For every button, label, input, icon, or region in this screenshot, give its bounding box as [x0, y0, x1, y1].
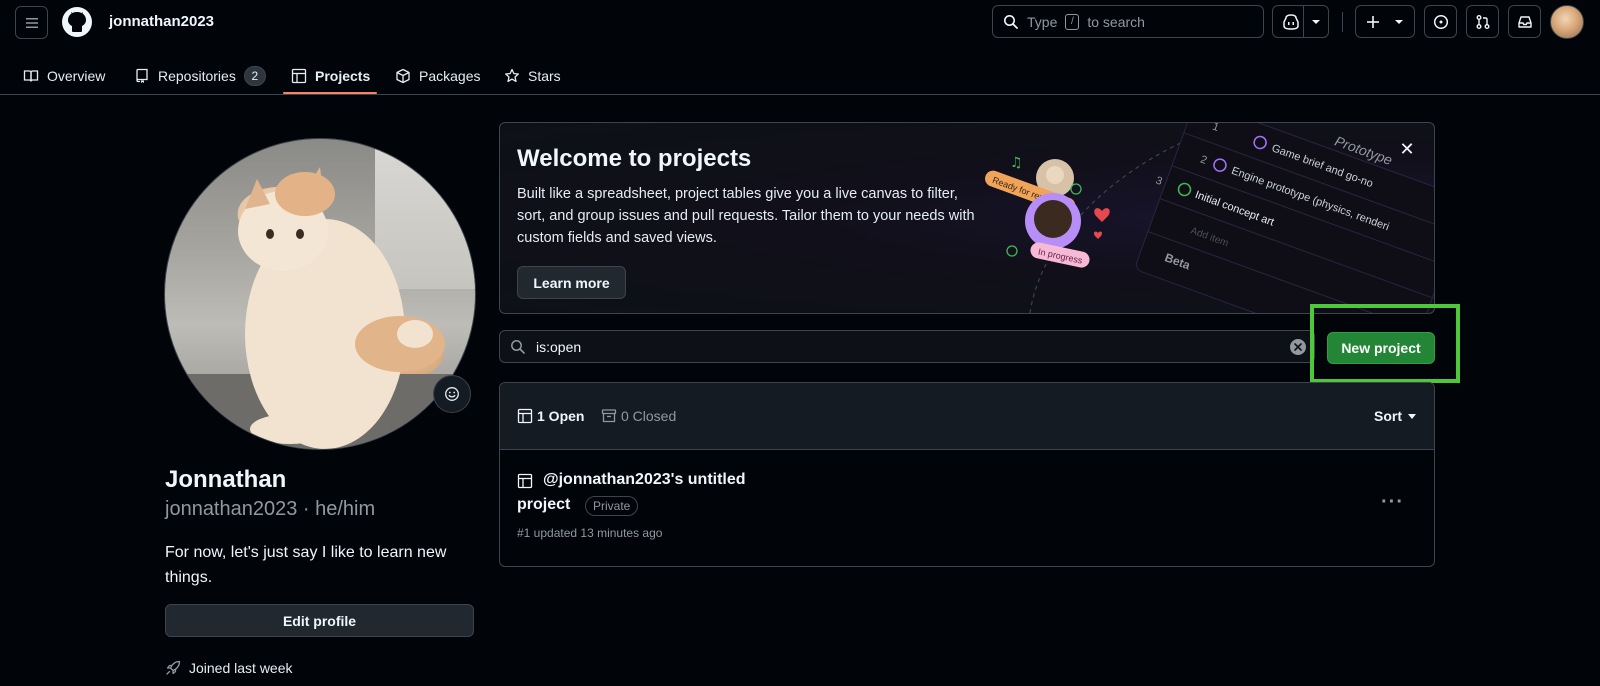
- new-project-button[interactable]: New project: [1327, 332, 1435, 364]
- profile-avatar-photo[interactable]: [164, 138, 476, 450]
- table-icon: [517, 473, 533, 489]
- issue-opened-icon: [1433, 14, 1448, 29]
- search-icon: [1004, 14, 1018, 29]
- header-divider: [1342, 12, 1343, 32]
- github-logo-icon[interactable]: [61, 6, 93, 38]
- copilot-button[interactable]: [1272, 5, 1329, 38]
- project-meta: #1 updated 13 minutes ago: [517, 526, 663, 540]
- visibility-badge: Private: [585, 496, 639, 516]
- search-suffix: to search: [1087, 13, 1145, 30]
- archive-icon: [601, 409, 617, 423]
- cat-photo-illustration: [165, 167, 475, 449]
- split-divider: [1303, 6, 1304, 37]
- tab-stars[interactable]: Stars: [504, 58, 561, 94]
- chevron-down-icon: [1395, 19, 1403, 24]
- close-banner-icon[interactable]: ✕: [1397, 139, 1417, 159]
- closed-projects-tab[interactable]: 0 Closed: [601, 408, 676, 424]
- chevron-down-icon[interactable]: [1311, 19, 1321, 25]
- svg-text:♫: ♫: [1010, 155, 1023, 171]
- projects-illustration: Prototype 1 Game brief and go-no 2 Engin…: [985, 123, 1434, 313]
- global-header: jonnathan2023 Type / to search Overview …: [0, 0, 1600, 95]
- user-avatar[interactable]: [1550, 5, 1584, 39]
- tab-packages-label: Packages: [419, 68, 481, 84]
- banner-description: Built like a spreadsheet, project tables…: [517, 186, 975, 246]
- search-prefix: Type: [1027, 13, 1058, 30]
- book-icon: [23, 70, 39, 82]
- sort-label: Sort: [1374, 408, 1402, 424]
- clear-filter-icon[interactable]: [1290, 339, 1306, 355]
- welcome-projects-banner: Welcome to projects Built like a spreads…: [499, 122, 1435, 314]
- project-title-link[interactable]: @jonnathan2023's untitled: [543, 471, 746, 489]
- projects-list-header: 1 Open 0 Closed Sort: [500, 383, 1434, 450]
- repo-icon: [136, 68, 148, 83]
- inbox-button[interactable]: [1508, 5, 1541, 38]
- git-pull-request-icon: [1476, 14, 1489, 29]
- inbox-icon: [1517, 15, 1532, 28]
- pull-requests-button[interactable]: [1466, 5, 1499, 38]
- set-status-button[interactable]: [433, 375, 471, 413]
- tab-overview[interactable]: Overview: [23, 58, 105, 94]
- plus-icon: [1367, 15, 1379, 28]
- filter-value: is:open: [536, 338, 582, 355]
- smiley-icon: [445, 387, 459, 401]
- projects-list: 1 Open 0 Closed Sort @jonnathan2023's un…: [499, 382, 1435, 567]
- profile-display-name: Jonnathan: [165, 466, 287, 493]
- tab-repositories-label: Repositories: [158, 68, 236, 84]
- kebab-menu-icon[interactable]: ···: [1381, 491, 1404, 514]
- joined-text: Joined last week: [189, 660, 293, 676]
- sort-dropdown[interactable]: Sort: [1374, 408, 1416, 424]
- copilot-icon: [1283, 13, 1299, 30]
- hamburger-icon: [25, 17, 38, 28]
- banner-title: Welcome to projects: [517, 145, 752, 172]
- projects-filter-input[interactable]: is:open: [499, 330, 1315, 363]
- search-icon: [511, 339, 525, 354]
- profile-joined: Joined last week: [165, 660, 293, 676]
- menu-button[interactable]: [15, 6, 48, 39]
- open-projects-tab[interactable]: 1 Open: [517, 408, 584, 424]
- tab-stars-label: Stars: [528, 68, 561, 84]
- edit-profile-button[interactable]: Edit profile: [165, 604, 474, 637]
- tab-overview-label: Overview: [47, 68, 106, 84]
- package-icon: [396, 68, 410, 84]
- profile-login-pronouns: jonnathan2023 · he/him: [165, 498, 376, 520]
- table-icon: [291, 68, 307, 84]
- profile-bio: For now, let's just say I like to learn …: [165, 544, 447, 586]
- learn-more-button[interactable]: Learn more: [517, 266, 626, 299]
- rocket-icon: [166, 660, 181, 675]
- open-projects-label: 1 Open: [537, 408, 585, 424]
- header-username[interactable]: jonnathan2023: [109, 13, 214, 30]
- repositories-count-badge: 2: [243, 66, 266, 86]
- search-shortcut-key: /: [1065, 13, 1080, 30]
- issues-button[interactable]: [1424, 5, 1457, 38]
- create-new-button[interactable]: [1355, 5, 1415, 38]
- tab-projects[interactable]: Projects: [291, 58, 370, 94]
- closed-projects-label: 0 Closed: [621, 408, 677, 424]
- caret-down-icon: [1408, 413, 1416, 419]
- global-search-input[interactable]: Type / to search: [992, 5, 1264, 38]
- project-title-link-cont[interactable]: project: [517, 496, 570, 514]
- tab-projects-label: Projects: [315, 68, 371, 84]
- illustration-num3: 3: [1154, 175, 1164, 188]
- star-icon: [505, 68, 519, 83]
- active-tab-indicator: [283, 92, 377, 94]
- tab-repositories[interactable]: Repositories 2: [134, 58, 266, 94]
- tab-packages[interactable]: Packages: [395, 58, 480, 94]
- table-icon: [517, 408, 533, 424]
